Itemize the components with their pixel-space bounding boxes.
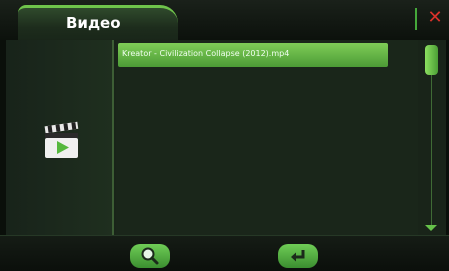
file-name: Kreator - Civilization Collapse (2012).m… xyxy=(122,49,290,58)
search-button[interactable] xyxy=(130,244,170,268)
title-bar: Видео ✕ xyxy=(0,0,449,41)
scrollbar-track[interactable] xyxy=(431,48,432,228)
close-separator xyxy=(415,8,417,30)
enter-return-icon xyxy=(291,250,305,262)
search-zoom-icon xyxy=(141,247,159,265)
scroll-down-arrow-icon[interactable] xyxy=(425,225,437,231)
close-icon[interactable]: ✕ xyxy=(426,9,444,27)
main-content: Kreator - Civilization Collapse (2012).m… xyxy=(6,40,446,235)
video-screen: Видео ✕ Kreator - Civilization Collapse … xyxy=(0,0,449,271)
tab-video-label: Видео xyxy=(66,14,121,32)
file-list: Kreator - Civilization Collapse (2012).m… xyxy=(116,40,418,235)
scrollbar-thumb[interactable] xyxy=(425,45,438,75)
left-panel xyxy=(6,40,112,235)
enter-button[interactable] xyxy=(278,244,318,268)
panel-divider xyxy=(112,40,114,235)
tab-video[interactable]: Видео xyxy=(18,5,178,41)
bottom-toolbar xyxy=(0,235,449,271)
file-list-item-selected[interactable]: Kreator - Civilization Collapse (2012).m… xyxy=(118,43,388,67)
video-clapper-icon xyxy=(44,121,79,158)
